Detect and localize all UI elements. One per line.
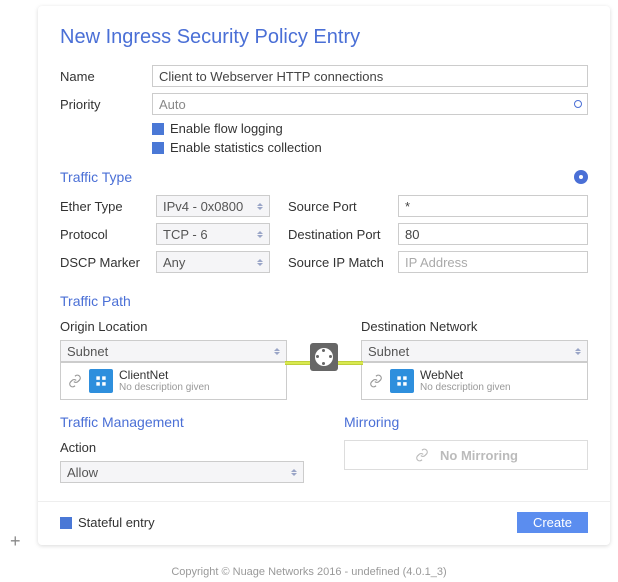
mirroring-heading: Mirroring [344, 414, 399, 430]
path-connector [287, 319, 361, 371]
stats-collection-checkbox[interactable] [152, 142, 164, 154]
connector-node-icon [310, 343, 338, 371]
gear-icon[interactable] [574, 170, 588, 184]
chevron-updown-icon [257, 259, 263, 266]
origin-desc: No description given [119, 382, 210, 393]
stats-collection-label: Enable statistics collection [170, 140, 322, 155]
no-mirroring-label: No Mirroring [440, 448, 518, 463]
dest-desc: No description given [420, 382, 511, 393]
link-icon [67, 373, 83, 389]
action-label: Action [60, 440, 304, 455]
dest-type-select[interactable]: Subnet [361, 340, 588, 362]
copyright-text: Copyright © Nuage Networks 2016 - undefi… [0, 566, 618, 578]
name-input[interactable] [152, 65, 588, 87]
dscp-label: DSCP Marker [60, 255, 156, 270]
policy-entry-dialog: New Ingress Security Policy Entry Name P… [38, 6, 610, 545]
chevron-updown-icon [575, 348, 581, 355]
dest-object[interactable]: WebNet No description given [361, 362, 588, 400]
flow-logging-checkbox[interactable] [152, 123, 164, 135]
create-button[interactable]: Create [517, 512, 588, 533]
chevron-updown-icon [257, 203, 263, 210]
dialog-title: New Ingress Security Policy Entry [60, 26, 588, 49]
source-port-label: Source Port [288, 199, 398, 214]
priority-input[interactable] [152, 93, 588, 115]
dest-port-input[interactable] [398, 223, 588, 245]
protocol-label: Protocol [60, 227, 156, 242]
dest-network-label: Destination Network [361, 319, 588, 334]
flow-logging-label: Enable flow logging [170, 121, 283, 136]
stateful-checkbox[interactable] [60, 517, 72, 529]
add-button[interactable]: + [10, 531, 21, 552]
chevron-updown-icon [291, 469, 297, 476]
link-icon [414, 447, 430, 463]
mirroring-target[interactable]: No Mirroring [344, 440, 588, 470]
name-label: Name [60, 69, 152, 84]
origin-location-label: Origin Location [60, 319, 287, 334]
traffic-type-heading: Traffic Type [60, 169, 132, 185]
origin-type-select[interactable]: Subnet [60, 340, 287, 362]
priority-label: Priority [60, 97, 152, 112]
subnet-icon [89, 369, 113, 393]
link-icon [368, 373, 384, 389]
dest-name: WebNet [420, 369, 511, 382]
priority-indicator-icon [574, 100, 582, 108]
ether-type-select[interactable]: IPv4 - 0x0800 [156, 195, 270, 217]
chevron-updown-icon [257, 231, 263, 238]
origin-object[interactable]: ClientNet No description given [60, 362, 287, 400]
action-select[interactable]: Allow [60, 461, 304, 483]
dest-port-label: Destination Port [288, 227, 398, 242]
subnet-icon [390, 369, 414, 393]
source-ip-label: Source IP Match [288, 255, 398, 270]
stateful-label: Stateful entry [78, 515, 155, 530]
traffic-path-heading: Traffic Path [60, 293, 131, 309]
chevron-updown-icon [274, 348, 280, 355]
source-port-input[interactable] [398, 195, 588, 217]
traffic-mgmt-heading: Traffic Management [60, 414, 184, 430]
source-ip-input[interactable] [398, 251, 588, 273]
dscp-select[interactable]: Any [156, 251, 270, 273]
origin-name: ClientNet [119, 369, 210, 382]
protocol-select[interactable]: TCP - 6 [156, 223, 270, 245]
ether-type-label: Ether Type [60, 199, 156, 214]
